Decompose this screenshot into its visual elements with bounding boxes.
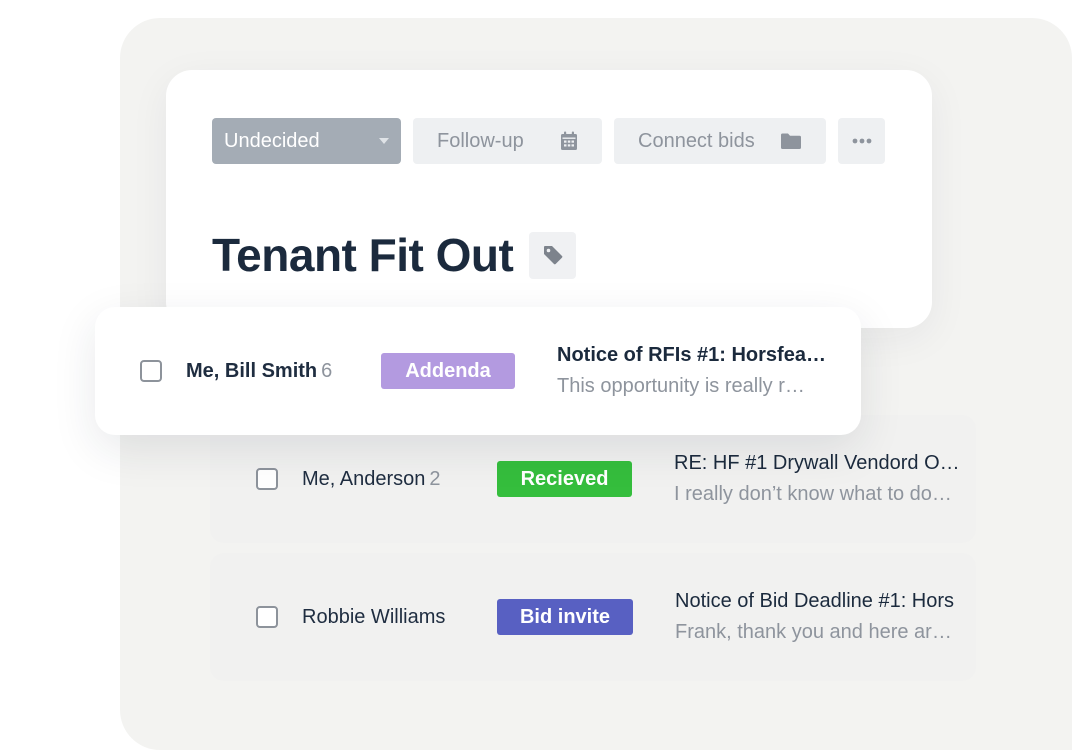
status-badge: Recieved xyxy=(497,461,632,497)
tag-icon xyxy=(542,244,564,266)
message-preview: I really don’t know what to do… xyxy=(674,483,952,505)
sender-name: Robbie Williams xyxy=(302,605,446,628)
message-row[interactable]: Robbie Williams Bid invite Notice of Bid… xyxy=(210,553,976,681)
status-select[interactable]: Undecided xyxy=(212,118,401,164)
row-checkbox[interactable] xyxy=(256,468,278,490)
folder-icon xyxy=(780,132,802,150)
message-summary: Notice of Bid Deadline #1: Hors Frank, t… xyxy=(675,590,965,644)
sender: Me, Bill Smith 6 xyxy=(186,360,381,383)
more-options-button[interactable] xyxy=(838,118,885,164)
follow-up-button[interactable]: Follow-up xyxy=(413,118,602,164)
thread-count: 6 xyxy=(321,359,333,382)
message-preview: This opportunity is really r… xyxy=(557,375,805,397)
status-badge: Addenda xyxy=(381,353,515,389)
project-title-row: Tenant Fit Out xyxy=(212,228,577,282)
message-summary: RE: HF #1 Drywall Vendord Offer I really… xyxy=(674,452,964,506)
message-subject: Notice of RFIs #1: Horsfea… xyxy=(557,344,826,366)
connect-bids-button[interactable]: Connect bids xyxy=(614,118,826,164)
tag-button[interactable] xyxy=(529,231,577,279)
page-title: Tenant Fit Out xyxy=(212,229,514,281)
ellipsis-icon xyxy=(852,138,872,144)
sender-name: Me, Anderson xyxy=(302,467,426,490)
calendar-icon xyxy=(560,131,578,151)
status-badge: Bid invite xyxy=(497,599,633,635)
message-row-selected[interactable]: Me, Bill Smith 6 Addenda Notice of RFIs #… xyxy=(95,307,861,435)
message-subject: Notice of Bid Deadline #1: Hors xyxy=(675,590,955,612)
message-subject: RE: HF #1 Drywall Vendord Offer xyxy=(674,452,964,474)
toolbar: Undecided Follow-up Connect bids xyxy=(212,118,885,164)
chevron-down-icon xyxy=(379,138,389,144)
thread-count: 2 xyxy=(429,467,441,490)
connect-bids-label: Connect bids xyxy=(638,129,755,152)
message-summary: Notice of RFIs #1: Horsfea… This opportu… xyxy=(557,344,847,398)
project-header-card: Undecided Follow-up Connect bids Tenant … xyxy=(166,70,932,328)
row-checkbox[interactable] xyxy=(140,360,162,382)
message-preview: Frank, thank you and here ar… xyxy=(675,621,952,643)
status-select-value: Undecided xyxy=(224,129,320,152)
sender-name: Me, Bill Smith xyxy=(186,359,318,382)
sender: Me, Anderson 2 xyxy=(302,468,497,491)
row-checkbox[interactable] xyxy=(256,606,278,628)
follow-up-label: Follow-up xyxy=(437,129,524,152)
sender: Robbie Williams xyxy=(302,606,497,629)
